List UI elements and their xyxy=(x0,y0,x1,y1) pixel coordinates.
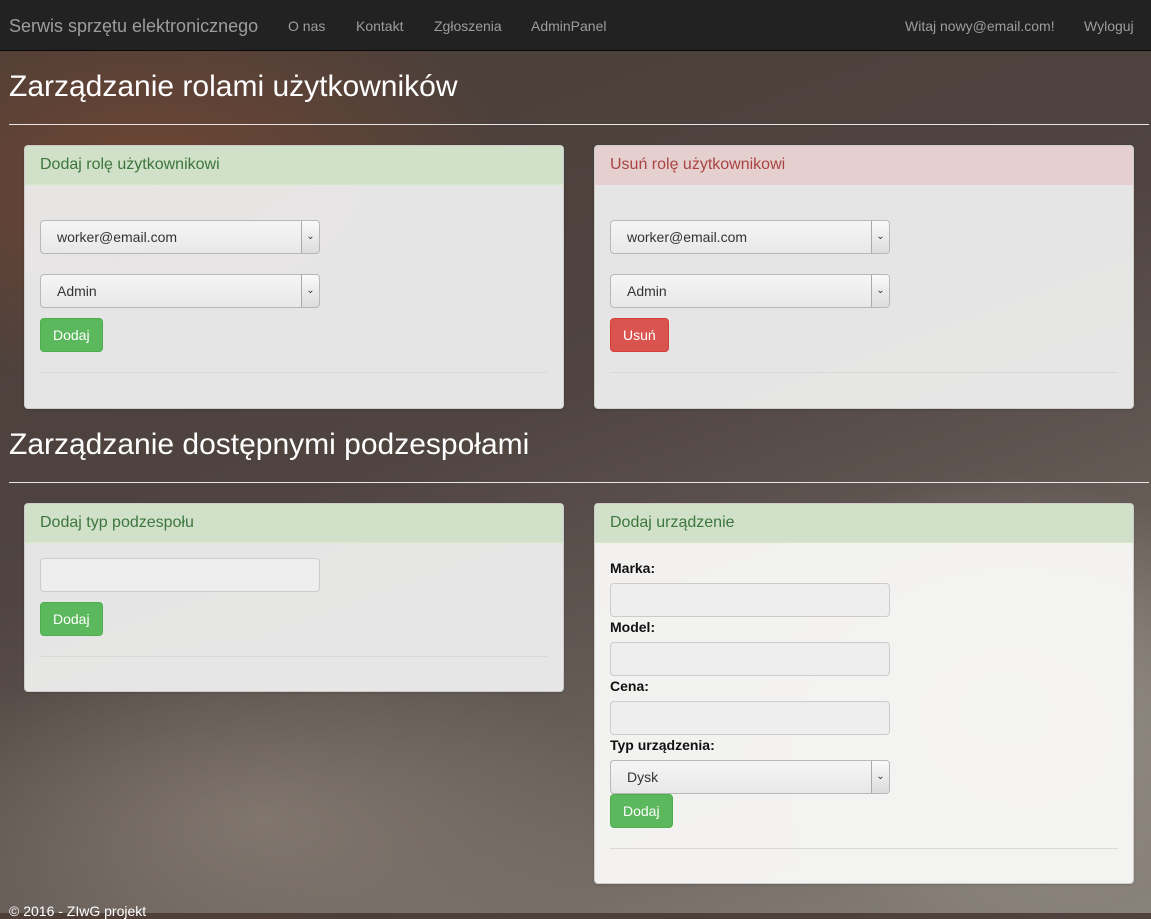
section-divider xyxy=(9,482,1149,483)
footer-text: © 2016 - ZIwG projekt xyxy=(9,903,147,919)
brand-link[interactable]: Serwis sprzętu elektronicznego xyxy=(9,16,258,37)
device-type-value: Dysk xyxy=(627,769,659,785)
model-label: Model: xyxy=(610,619,656,635)
add-role-panel: Dodaj rolę użytkownikowi worker@email.co… xyxy=(24,145,564,409)
chevron-down-icon: ⌄ xyxy=(871,221,889,253)
brand-label: Marka: xyxy=(610,560,656,576)
section-divider xyxy=(9,124,1149,125)
add-role-panel-heading: Dodaj rolę użytkownikowi xyxy=(25,146,563,185)
add-device-button[interactable]: Dodaj xyxy=(610,794,673,828)
chevron-down-icon: ⌄ xyxy=(871,275,889,307)
panel-divider xyxy=(40,656,548,657)
remove-role-role-select[interactable]: Admin ⌄ xyxy=(610,274,890,308)
panel-divider xyxy=(610,372,1118,373)
add-component-type-panel-heading: Dodaj typ podzespołu xyxy=(25,504,563,543)
brand-input[interactable] xyxy=(610,583,890,617)
add-component-type-button[interactable]: Dodaj xyxy=(40,602,103,636)
add-device-panel: Dodaj urządzenie Marka: Model: Cena: Typ… xyxy=(594,503,1134,884)
remove-role-user-select[interactable]: worker@email.com ⌄ xyxy=(610,220,890,254)
add-role-button[interactable]: Dodaj xyxy=(40,318,103,352)
remove-role-user-value: worker@email.com xyxy=(627,229,748,245)
add-role-user-select[interactable]: worker@email.com ⌄ xyxy=(40,220,320,254)
model-input[interactable] xyxy=(610,642,890,676)
device-type-label: Typ urządzenia: xyxy=(610,737,715,753)
panel-divider xyxy=(610,848,1118,849)
add-component-type-panel: Dodaj typ podzespołu Dodaj xyxy=(24,503,564,692)
logout-link[interactable]: Wyloguj xyxy=(1084,18,1134,34)
remove-role-button[interactable]: Usuń xyxy=(610,318,669,352)
remove-role-panel-heading: Usuń rolę użytkownikowi xyxy=(595,146,1133,185)
remove-role-role-value: Admin xyxy=(627,283,667,299)
device-type-select[interactable]: Dysk ⌄ xyxy=(610,760,890,794)
chevron-down-icon: ⌄ xyxy=(871,761,889,793)
add-role-role-select[interactable]: Admin ⌄ xyxy=(40,274,320,308)
nav-link-o-nas[interactable]: O nas xyxy=(288,18,325,34)
top-navbar: Serwis sprzętu elektronicznego O nas Kon… xyxy=(0,0,1151,51)
price-label: Cena: xyxy=(610,678,649,694)
price-input[interactable] xyxy=(610,701,890,735)
add-role-role-value: Admin xyxy=(57,283,97,299)
add-device-panel-heading: Dodaj urządzenie xyxy=(595,504,1133,543)
nav-link-adminpanel[interactable]: AdminPanel xyxy=(531,18,607,34)
chevron-down-icon: ⌄ xyxy=(301,275,319,307)
component-type-input[interactable] xyxy=(40,558,320,592)
nav-link-kontakt[interactable]: Kontakt xyxy=(356,18,403,34)
user-greeting-link[interactable]: Witaj nowy@email.com! xyxy=(905,18,1055,34)
add-role-user-value: worker@email.com xyxy=(57,229,178,245)
roles-section-title: Zarządzanie rolami użytkowników xyxy=(9,70,458,103)
components-section-title: Zarządzanie dostępnymi podzespołami xyxy=(9,428,530,461)
nav-link-zgloszenia[interactable]: Zgłoszenia xyxy=(434,18,502,34)
panel-divider xyxy=(40,372,548,373)
remove-role-panel: Usuń rolę użytkownikowi worker@email.com… xyxy=(594,145,1134,409)
chevron-down-icon: ⌄ xyxy=(301,221,319,253)
